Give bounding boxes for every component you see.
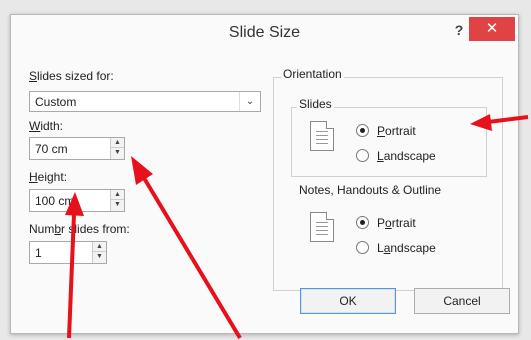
- annotation-arrows: [65, 114, 529, 340]
- arrow-to-portrait: [470, 114, 529, 131]
- arrow-to-height: [65, 192, 84, 339]
- arrow-to-width: [131, 156, 242, 340]
